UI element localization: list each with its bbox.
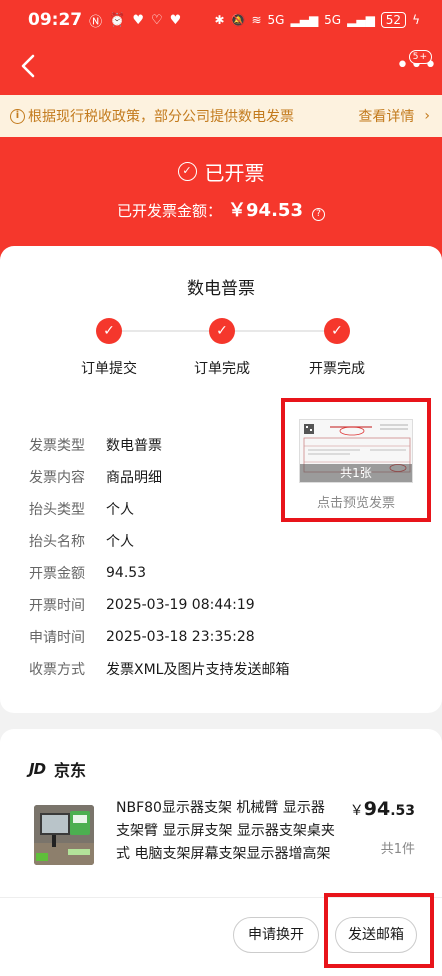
detail-row: 开票金额 94.53 xyxy=(29,557,319,589)
preview-invoice-link[interactable]: 点击预览发票 xyxy=(285,492,427,511)
invoice-preview[interactable]: 共1张 点击预览发票 xyxy=(281,398,431,522)
detail-row: 发票类型 数电普票 xyxy=(29,429,319,461)
check-icon: ✓ xyxy=(209,318,235,344)
charging-icon: ϟ xyxy=(412,13,420,27)
detail-row: 抬头类型 个人 xyxy=(29,493,319,525)
chevron-right-icon: › xyxy=(424,108,430,124)
amount-label: 已开发票金额： xyxy=(117,202,223,220)
product-price: ￥94.53 xyxy=(350,798,415,820)
top-nav: ••• 5+ xyxy=(0,46,442,90)
step-label: 订单提交 xyxy=(81,361,137,377)
step-label: 开票完成 xyxy=(309,361,365,377)
reissue-button[interactable]: 申请换开 xyxy=(233,917,319,953)
product-quantity: 共1件 xyxy=(380,842,415,857)
detail-row: 申请时间 2025-03-18 23:35:28 xyxy=(29,621,319,653)
mute-icon: 🔕 xyxy=(230,13,246,27)
detail-key: 收票方式 xyxy=(29,662,85,678)
network-label: 5G xyxy=(267,13,285,27)
status-time: 09:27 xyxy=(28,10,83,30)
price-decimal: .53 xyxy=(390,803,415,819)
detail-row: 收票方式 发票XML及图片支持发送邮箱 xyxy=(29,653,319,685)
check-icon: ✓ xyxy=(324,318,350,344)
preview-count: 共1张 xyxy=(300,464,412,482)
detail-value: 个人 xyxy=(106,534,134,550)
chevron-left-icon xyxy=(21,54,35,78)
nfc-icon: Ⓝ xyxy=(89,14,103,30)
more-badge: 5+ xyxy=(408,50,432,64)
network-label-2: 5G xyxy=(324,13,342,27)
more-button[interactable]: ••• 5+ xyxy=(396,50,437,84)
wifi-icon: ≋ xyxy=(251,13,262,27)
invoice-card: 数电普票 ✓ 订单提交 ✓ 订单完成 ✓ 开票完成 发票类型 数电普票 发票内容 商… xyxy=(0,246,442,713)
status-bar: 09:27 Ⓝ ⏰ ♥ ♡ ♥ ✱ 🔕 ≋ 5G ▂▄▆ 5G ▂▄▆ 52 ϟ xyxy=(0,0,442,40)
jd-logo-icon: JD xyxy=(29,760,46,778)
product-image[interactable] xyxy=(34,805,94,865)
invoiced-amount: 已开发票金额： ￥94.53 ? xyxy=(0,196,442,222)
amount-value: ￥94.53 xyxy=(228,200,303,221)
product-thumbnail xyxy=(34,805,94,865)
info-icon: i xyxy=(10,108,25,124)
detail-value: 94.53 xyxy=(106,565,147,581)
detail-row: 抬头名称 个人 xyxy=(29,525,319,557)
detail-value: 发票XML及图片支持发送邮箱 xyxy=(106,662,290,678)
battery-indicator: 52 xyxy=(380,12,407,28)
alarm-icon: ⏰ xyxy=(109,12,126,28)
detail-key: 发票类型 xyxy=(29,438,85,454)
highlight-box xyxy=(324,893,434,968)
invoice-type-title: 数电普票 xyxy=(187,279,255,299)
detail-value: 数电普票 xyxy=(106,438,162,454)
signal-icon: ▂▄▆ xyxy=(347,13,375,27)
shop-name: 京东 xyxy=(54,761,87,780)
step-order-completed: ✓ 订单完成 xyxy=(167,318,277,378)
detail-key: 发票内容 xyxy=(29,470,85,486)
shield-icon: ♡ xyxy=(150,12,163,28)
step-label: 订单完成 xyxy=(194,361,250,377)
detail-key: 开票时间 xyxy=(29,598,85,614)
detail-value: 个人 xyxy=(106,502,134,518)
app-icon: ♥ xyxy=(132,12,144,28)
detail-value: 2025-03-19 08:44:19 xyxy=(106,597,255,613)
step-order-submitted: ✓ 订单提交 xyxy=(54,318,164,378)
detail-row: 开票时间 2025-03-19 08:44:19 xyxy=(29,589,319,621)
progress-steps: ✓ 订单提交 ✓ 订单完成 ✓ 开票完成 xyxy=(0,318,442,388)
invoice-status: ✓ 已开票 xyxy=(0,157,442,186)
invoice-details: 发票类型 数电普票 发票内容 商品明细 抬头类型 个人 抬头名称 个人 开票金额 94.5… xyxy=(29,429,319,685)
detail-key: 抬头名称 xyxy=(29,534,85,550)
bluetooth-icon: ✱ xyxy=(214,13,225,27)
detail-row: 发票内容 商品明细 xyxy=(29,461,319,493)
detail-key: 抬头类型 xyxy=(29,502,85,518)
view-details-link[interactable]: 查看详情 xyxy=(358,106,414,126)
invoice-status-label: 已开票 xyxy=(204,161,265,185)
step-invoice-completed: ✓ 开票完成 xyxy=(282,318,392,378)
help-icon[interactable]: ? xyxy=(311,208,325,221)
detail-key: 开票金额 xyxy=(29,566,85,582)
shop-header[interactable]: JD 京东 xyxy=(29,757,86,781)
invoice-thumbnail[interactable]: 共1张 xyxy=(299,419,413,483)
signal-icon: ▂▄▆ xyxy=(290,13,319,27)
price-integer: 94 xyxy=(363,798,391,820)
check-icon: ✓ xyxy=(96,318,122,344)
detail-key: 申请时间 xyxy=(29,630,85,646)
tax-notice-banner[interactable]: i 根据现行税收政策，部分公司提供数电发票 查看详情 › xyxy=(0,95,442,137)
detail-value: 2025-03-18 23:35:28 xyxy=(106,629,255,645)
app-icon: ♥ xyxy=(169,12,182,28)
check-circle-icon: ✓ xyxy=(177,162,197,181)
product-title[interactable]: NBF80显示器支架 机械臂 显示器支架臂 显示屏支架 显示器支架桌夹式 电脑支… xyxy=(116,797,336,866)
notice-text: 根据现行税收政策，部分公司提供数电发票 xyxy=(28,109,294,125)
detail-value: 商品明细 xyxy=(106,470,162,486)
price-currency: ￥ xyxy=(349,803,364,819)
back-button[interactable] xyxy=(18,52,48,84)
